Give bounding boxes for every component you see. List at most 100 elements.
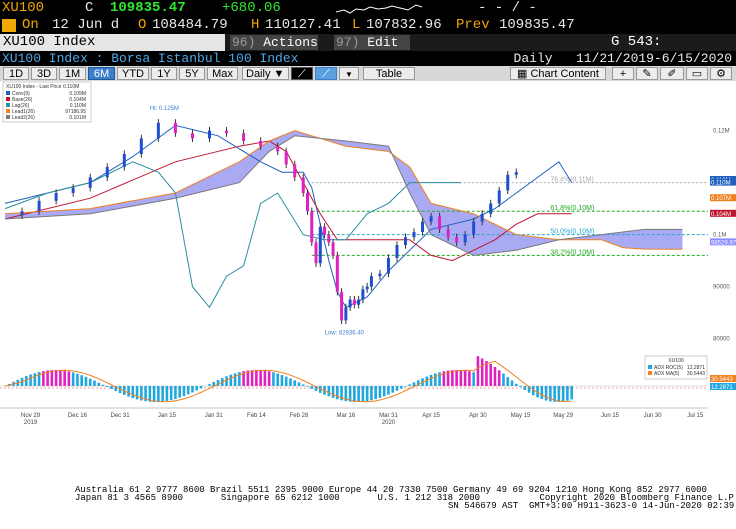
security-description: XU100 Index : Borsa Istanbul 100 Index	[2, 51, 299, 66]
fib-label: 76.4%(0.11M)	[550, 177, 593, 184]
adx-bar	[84, 376, 88, 386]
chart-panel[interactable]: 76.4%(0.11M) 61.8%(0.10M) 50.0%(0.10M) 38.2…	[0, 81, 736, 481]
adx-bar	[127, 386, 130, 397]
range-1d-button[interactable]: 1D	[3, 67, 29, 80]
adx-bar	[33, 373, 37, 386]
range-1m-button[interactable]: 1M	[59, 67, 86, 80]
high-value: 110127.41	[265, 17, 341, 33]
adx-bar	[169, 386, 173, 401]
range-3d-button[interactable]: 3D	[31, 67, 57, 80]
adx-bar	[463, 370, 467, 386]
y-tick-label: 0.12M	[713, 129, 730, 135]
edit-icon[interactable]: ✐	[660, 67, 684, 80]
adx-bar	[54, 370, 58, 386]
chart-type-dropdown[interactable]: ▼	[339, 67, 359, 80]
adx-bar	[88, 378, 92, 386]
candle	[403, 237, 407, 245]
x-tick-label: Jul 15	[687, 413, 704, 419]
chart-content-button[interactable]: ▦ Chart Content	[510, 67, 606, 80]
candle	[88, 177, 92, 188]
range-5y-button[interactable]: 5Y	[179, 67, 205, 80]
adx-bar	[25, 376, 28, 386]
price-badge-text: 0.107M	[711, 196, 731, 202]
candle	[301, 177, 305, 193]
ticker-symbol[interactable]: XU100	[2, 0, 44, 17]
candle	[386, 258, 390, 274]
legend-item-value: 30.5443	[687, 371, 705, 377]
legend-swatch	[6, 91, 10, 95]
range-max-button[interactable]: Max	[207, 67, 238, 80]
adx-bar	[387, 386, 390, 395]
adx-bar	[161, 386, 164, 402]
zoom-icon[interactable]: +	[612, 67, 634, 80]
adx-bar	[361, 386, 365, 402]
adx-bar	[497, 370, 501, 386]
adx-bar	[365, 386, 369, 402]
legend-swatch	[6, 115, 10, 119]
candle	[242, 133, 246, 141]
legend-item-name: Lead2(26)	[12, 115, 35, 121]
adx-bar	[557, 386, 561, 402]
candle	[327, 234, 331, 243]
candle	[463, 234, 467, 243]
candle	[323, 226, 327, 235]
adx-bar	[50, 370, 54, 386]
footer-session: SN 546679 AST GMT+3:00 H911-3623-0 14-Ju…	[448, 501, 736, 511]
adx-bar	[76, 373, 79, 386]
chart-legend: XU100 Index - Last Price 0.110MConv(9) 0.…	[2, 81, 92, 123]
adx-bar	[327, 386, 331, 397]
range-6m-button[interactable]: 6M	[88, 67, 115, 80]
period-select[interactable]: Daily ▼	[242, 67, 289, 80]
table-button[interactable]: Table	[363, 67, 415, 80]
price-change: +680.06	[222, 0, 281, 16]
adx-bar	[459, 370, 463, 386]
high-label: H	[251, 17, 260, 33]
candle	[276, 146, 280, 152]
candle	[480, 213, 484, 222]
area-chart-icon[interactable]: ⟋	[315, 67, 337, 80]
candle	[105, 167, 109, 178]
adx-legend: XU100ADX ROC(5) 12.2871ADX MA(5) 30.5443	[644, 355, 708, 380]
actions-menu[interactable]: 96) Actions ▾	[230, 35, 318, 64]
y-tick-label: 0.1M	[713, 233, 726, 239]
sparkline	[336, 4, 422, 14]
adx-bar	[451, 370, 454, 386]
adx-bar	[382, 386, 386, 397]
adx-bar	[135, 386, 139, 400]
price-chart[interactable]: 76.4%(0.11M) 61.8%(0.10M) 50.0%(0.10M) 38.2…	[0, 81, 736, 481]
edit-menu[interactable]: 97) Edit ▾	[334, 35, 410, 64]
series-line-lead226	[4, 135, 683, 256]
price-badge-text: 98529.97	[711, 240, 736, 246]
adx-bar	[289, 378, 292, 386]
x-tick-label: May 15	[511, 413, 531, 419]
candle	[190, 133, 194, 139]
annotation-icon[interactable]: ▭	[686, 67, 708, 80]
legend-swatch	[648, 365, 652, 369]
adx-bar	[429, 374, 433, 386]
range-1y-button[interactable]: 1Y	[151, 67, 177, 80]
ticker-row: XU100 C 109835.47 +680.06 - - / -	[0, 0, 736, 17]
x-tick-label: Jan 31	[205, 413, 224, 419]
x-tick-label: Jun 30	[644, 413, 663, 419]
adx-bar	[331, 386, 335, 398]
ohlc-row: On 12 Jun d O 108484.79 H 110127.41 L 10…	[0, 17, 736, 34]
legend-swatch	[6, 97, 10, 101]
candle	[54, 193, 58, 201]
legend-title: XU100 Index - Last Price 0.110M	[6, 84, 79, 90]
adx-bar	[131, 386, 135, 399]
security-header: XU100 Index 96) Actions ▾ 97) Edit ▾ G 5…	[0, 34, 736, 67]
high-annotation: Hi: 0.125M	[150, 106, 179, 112]
security-field[interactable]: XU100 Index	[0, 34, 225, 51]
candle	[489, 203, 493, 214]
adx-bar	[280, 374, 284, 386]
x-tick-label: Jan 15	[158, 413, 177, 419]
x-tick-label: Feb 14	[247, 413, 266, 419]
range-ytd-button[interactable]: YTD	[117, 67, 149, 80]
line-chart-icon[interactable]: ⟋	[291, 67, 313, 80]
candle	[122, 154, 126, 167]
x-tick-label: Nov 29	[21, 413, 41, 419]
settings-icon[interactable]: ⚙	[710, 67, 732, 80]
draw-icon[interactable]: ✎	[636, 67, 658, 80]
candle	[225, 130, 229, 134]
adx-bar	[434, 373, 437, 386]
